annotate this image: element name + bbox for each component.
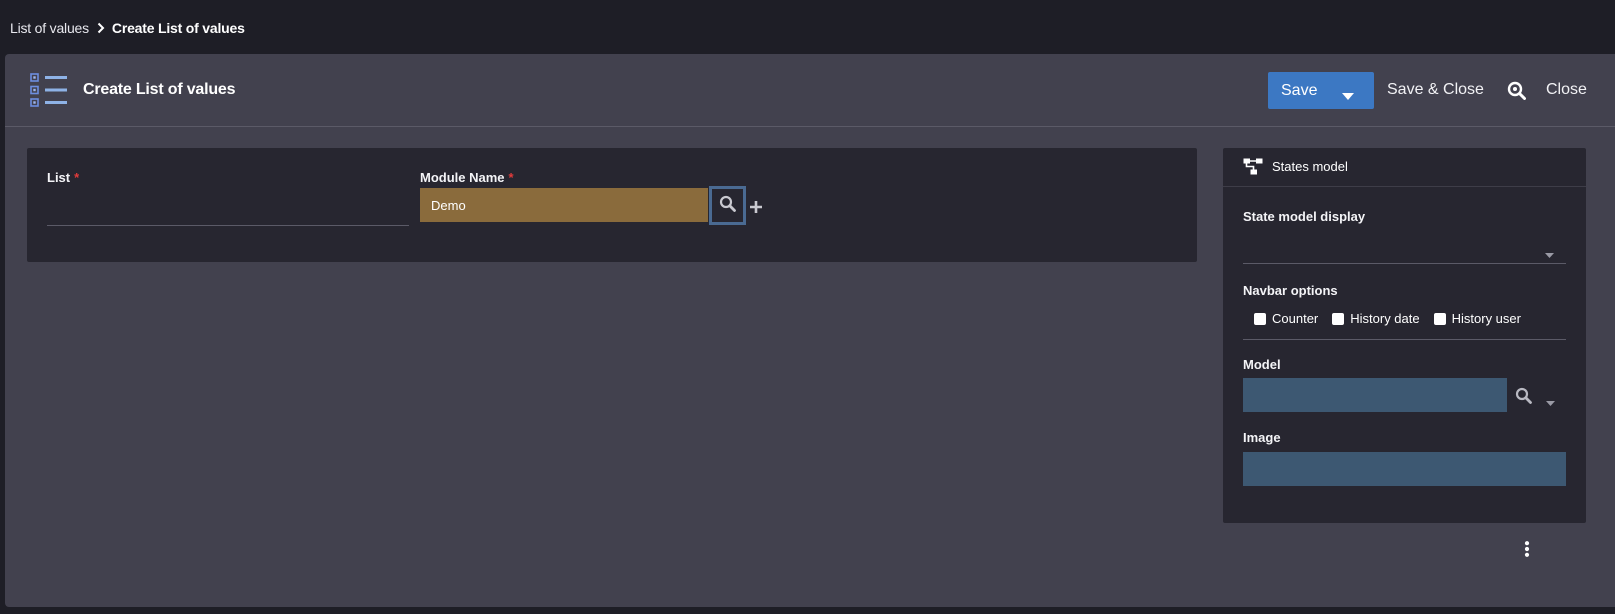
states-model-header: States model [1223,148,1586,187]
divider [1243,339,1566,340]
states-model-title: States model [1272,159,1348,174]
breadcrumb: List of values Create List of values [10,20,245,36]
module-name-label: Module Name * [420,170,514,185]
search-icon[interactable] [1515,387,1532,409]
plus-icon[interactable] [749,200,763,219]
list-input[interactable] [47,206,409,226]
hierarchy-icon [1243,158,1263,180]
states-model-card: States model State model display Navbar … [1223,148,1586,523]
caret-down-icon [1545,245,1554,263]
chevron-right-icon [97,22,105,34]
required-mark: * [508,170,514,185]
list-field-label: List * [47,170,80,185]
form-panel: Create List of values Save Save & Close … [5,54,1615,607]
model-label: Model [1243,357,1281,372]
counter-checkbox[interactable]: Counter [1254,311,1318,326]
checkbox-label: History date [1350,311,1420,326]
breadcrumb-current: Create List of values [111,20,245,36]
save-button[interactable]: Save [1268,72,1374,109]
page-title: Create List of values [83,81,236,98]
save-and-close-button[interactable]: Save & Close [1387,81,1484,99]
caret-down-icon[interactable] [1342,87,1354,105]
state-model-display-label: State model display [1243,209,1366,224]
module-search-button[interactable] [709,186,746,225]
checkbox-label: History user [1451,311,1521,326]
checkbox-box[interactable] [1254,312,1266,325]
checkbox-box[interactable] [1332,312,1345,325]
state-model-display-select[interactable] [1243,232,1566,264]
image-label: Image [1243,430,1281,445]
model-input[interactable] [1243,378,1507,412]
breadcrumb-link-list-of-values[interactable]: List of values [10,20,89,36]
save-button-label: Save [1281,81,1318,99]
zoom-search-icon[interactable] [1507,81,1526,105]
main-form-card: List * Module Name * Demo [27,148,1197,262]
history-user-checkbox[interactable]: History user [1433,311,1521,326]
caret-down-icon[interactable] [1546,393,1555,411]
close-button[interactable]: Close [1546,81,1587,99]
image-input[interactable] [1243,452,1566,486]
checkbox-label: Counter [1272,311,1319,326]
history-date-checkbox[interactable]: History date [1332,311,1420,326]
list-icon [30,73,68,112]
checkbox-box[interactable] [1433,312,1446,325]
navbar-options-group: Counter History date History user [1254,311,1535,326]
module-name-value: Demo [431,197,466,213]
navbar-options-label: Navbar options [1243,283,1338,298]
panel-header: Create List of values Save Save & Close … [5,54,1615,127]
module-name-input[interactable]: Demo [420,188,708,222]
required-mark: * [74,170,80,185]
kebab-menu-icon[interactable] [1524,541,1530,562]
top-bar: List of values Create List of values [0,0,1615,54]
search-icon [719,195,736,217]
